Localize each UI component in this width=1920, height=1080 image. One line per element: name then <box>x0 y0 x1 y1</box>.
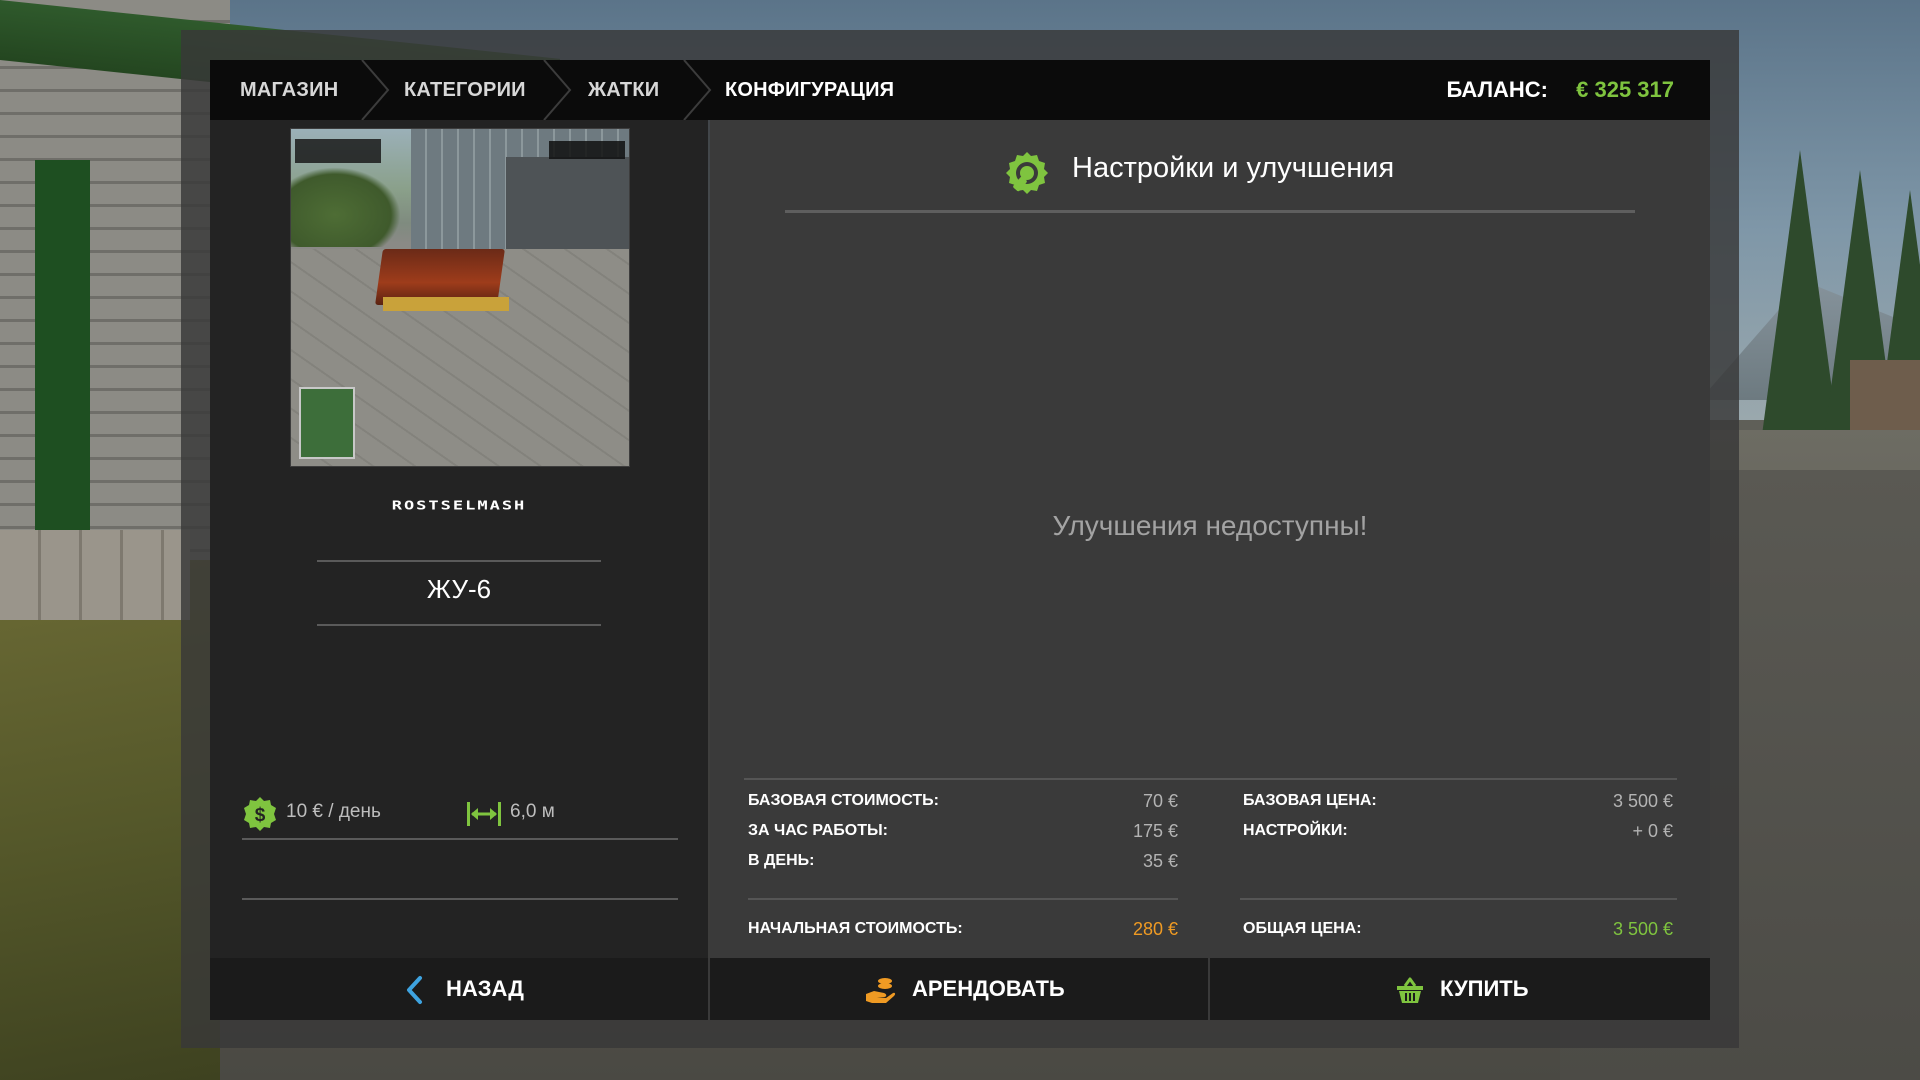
dollar-coin-icon: $ <box>242 796 278 832</box>
breadcrumb-shop[interactable]: МАГАЗИН <box>240 60 338 120</box>
initial-cost-value: 280 € <box>1132 919 1178 939</box>
basket-icon <box>1394 974 1426 1006</box>
no-upgrades-message: Улучшения недоступны! <box>1052 510 1368 541</box>
wrench-gear-icon <box>1004 150 1050 196</box>
cost-value: 175 € <box>1132 821 1178 841</box>
price-label: НАСТРОЙКИ: <box>1243 822 1348 839</box>
cost-label: НАЧАЛЬНАЯ СТОИМОСТЬ: <box>748 920 963 937</box>
divider <box>317 624 601 626</box>
cost-row-base: БАЗОВАЯ СТОИМОСТЬ: 70 € <box>748 787 1178 815</box>
cost-label: ЗА ЧАС РАБОТЫ: <box>748 822 888 839</box>
buy-button-label: КУПИТЬ <box>1440 976 1529 1001</box>
config-title: Настройки и улучшения <box>1072 152 1395 184</box>
hand-coins-icon <box>864 974 896 1006</box>
vehicle-model-name: ЖУ-6 <box>426 574 492 604</box>
title-divider <box>785 210 1635 213</box>
chevron-left-icon <box>400 974 432 1006</box>
divider <box>242 898 678 900</box>
price-value: + 0 € <box>1632 821 1673 841</box>
cost-row-per-day: В ДЕНЬ: 35 € <box>748 847 1178 875</box>
breadcrumb-headers[interactable]: ЖАТКИ <box>588 60 659 120</box>
lease-button-label: АРЕНДОВАТЬ <box>912 976 1065 1001</box>
balance-label: БАЛАНС: <box>1446 77 1548 102</box>
configuration-panel: Настройки и улучшения Улучшения недоступ… <box>710 120 1710 958</box>
breadcrumb-categories[interactable]: КАТЕГОРИИ <box>404 60 526 120</box>
barn-frame <box>35 160 90 560</box>
buy-button[interactable]: КУПИТЬ <box>1210 958 1710 1020</box>
breadcrumb-separator <box>540 60 574 120</box>
back-button[interactable]: НАЗАД <box>210 958 708 1020</box>
cost-label: БАЗОВАЯ СТОИМОСТЬ: <box>748 792 939 809</box>
back-button-label: НАЗАД <box>446 976 524 1001</box>
divider <box>242 838 678 840</box>
cost-row-per-hour: ЗА ЧАС РАБОТЫ: 175 € <box>748 817 1178 845</box>
top-bar: МАГАЗИН КАТЕГОРИИ ЖАТКИ КОНФИГУРАЦИЯ БАЛ… <box>210 60 1710 120</box>
vehicle-info-panel: ROSTSELMASH ЖУ-6 $ 10 € / день 6,0 м <box>210 120 708 958</box>
breadcrumb-separator <box>680 60 714 120</box>
cost-value: 70 € <box>1142 791 1178 811</box>
width-arrows-icon <box>466 796 502 832</box>
breadcrumb-configuration: КОНФИГУРАЦИЯ <box>725 79 895 101</box>
price-row-total: ОБЩАЯ ЦЕНА: 3 500 € <box>1243 915 1673 943</box>
costs-divider <box>748 898 1178 900</box>
breadcrumb-separator <box>358 60 392 120</box>
brand-logo: ROSTSELMASH <box>391 498 527 514</box>
price-row-configuration: НАСТРОЙКИ: + 0 € <box>1243 817 1673 845</box>
rent-per-day-stat: $ 10 € / день <box>242 792 442 832</box>
cost-label: В ДЕНЬ: <box>748 852 815 869</box>
price-label: БАЗОВАЯ ЦЕНА: <box>1243 792 1377 809</box>
svg-text:$: $ <box>255 805 266 826</box>
price-divider <box>1240 898 1677 900</box>
price-row-base: БАЗОВАЯ ЦЕНА: 3 500 € <box>1243 787 1673 815</box>
costs-top-divider <box>744 778 1677 780</box>
rent-per-day-value: 10 € / день <box>286 801 381 822</box>
barn-stone-base <box>0 530 190 620</box>
working-width-stat: 6,0 м <box>466 792 616 832</box>
balance-value: € 325 317 <box>1576 77 1674 102</box>
cost-row-initial-total: НАЧАЛЬНАЯ СТОИМОСТЬ: 280 € <box>748 915 1178 943</box>
price-label: ОБЩАЯ ЦЕНА: <box>1243 920 1362 937</box>
vehicle-preview-image <box>290 128 630 467</box>
cost-value: 35 € <box>1142 851 1178 871</box>
price-value: 3 500 € <box>1612 791 1673 811</box>
working-width-value: 6,0 м <box>510 801 555 822</box>
divider <box>317 560 601 562</box>
total-price-value: 3 500 € <box>1612 919 1673 939</box>
lease-button[interactable]: АРЕНДОВАТЬ <box>710 958 1208 1020</box>
shed <box>1850 360 1920 430</box>
